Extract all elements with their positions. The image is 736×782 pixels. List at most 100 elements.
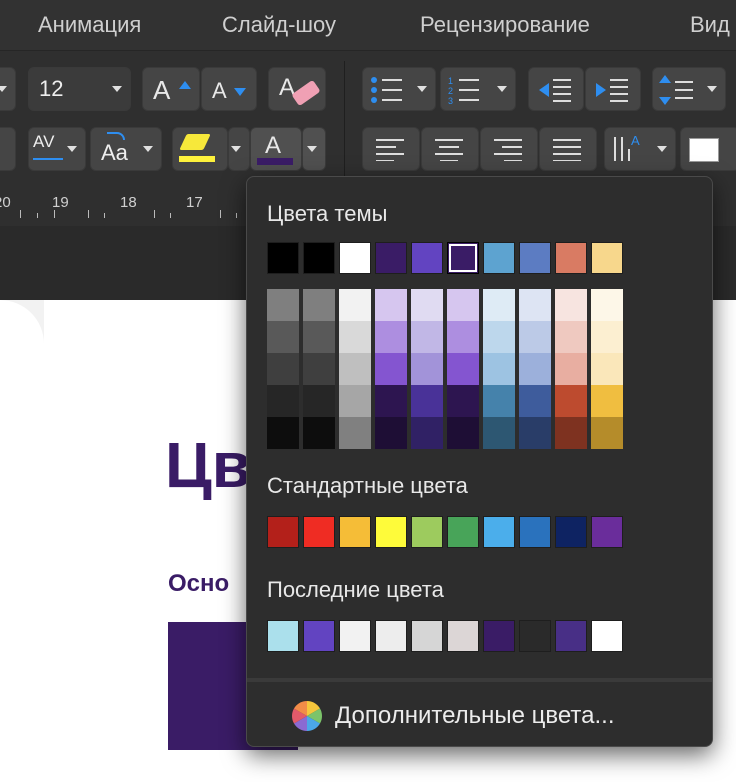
theme-shade-swatch[interactable] <box>591 385 623 417</box>
font-color-dropdown[interactable] <box>302 127 326 171</box>
standard-color-swatch[interactable] <box>591 516 623 548</box>
theme-shade-swatch[interactable] <box>339 353 371 385</box>
character-spacing-button[interactable]: AV <box>28 127 86 171</box>
recent-color-swatch[interactable] <box>555 620 587 652</box>
recent-color-swatch[interactable] <box>591 620 623 652</box>
theme-color-swatch[interactable] <box>411 242 443 274</box>
theme-shade-swatch[interactable] <box>555 385 587 417</box>
theme-shade-swatch[interactable] <box>303 417 335 449</box>
theme-shade-swatch[interactable] <box>591 321 623 353</box>
theme-shade-swatch[interactable] <box>303 385 335 417</box>
tab-slideshow[interactable]: Слайд-шоу <box>222 12 336 38</box>
text-direction-button[interactable]: A <box>604 127 676 171</box>
theme-shade-swatch[interactable] <box>303 321 335 353</box>
theme-shade-swatch[interactable] <box>411 385 443 417</box>
font-size-dropdown[interactable]: 12 <box>28 67 131 111</box>
theme-color-swatch[interactable] <box>267 242 299 274</box>
tab-review[interactable]: Рецензирование <box>420 12 590 38</box>
align-center-button[interactable] <box>421 127 479 171</box>
subscript-button[interactable] <box>0 127 16 171</box>
align-left-button[interactable] <box>362 127 420 171</box>
more-colors-item[interactable]: Дополнительные цвета... <box>291 699 615 733</box>
theme-shade-swatch[interactable] <box>555 417 587 449</box>
grow-font-button[interactable]: A <box>142 67 200 111</box>
clear-formatting-button[interactable]: A <box>268 67 326 111</box>
standard-color-swatch[interactable] <box>483 516 515 548</box>
theme-color-swatch[interactable] <box>339 242 371 274</box>
theme-shade-swatch[interactable] <box>483 289 515 321</box>
theme-shade-swatch[interactable] <box>483 417 515 449</box>
align-text-button[interactable] <box>680 127 736 171</box>
theme-shade-swatch[interactable] <box>411 321 443 353</box>
theme-shade-swatch[interactable] <box>267 353 299 385</box>
theme-shade-swatch[interactable] <box>375 417 407 449</box>
theme-shade-swatch[interactable] <box>447 321 479 353</box>
theme-shade-swatch[interactable] <box>447 353 479 385</box>
theme-shade-swatch[interactable] <box>519 353 551 385</box>
theme-shade-swatch[interactable] <box>411 289 443 321</box>
theme-shade-swatch[interactable] <box>483 385 515 417</box>
recent-color-swatch[interactable] <box>483 620 515 652</box>
theme-shade-swatch[interactable] <box>303 353 335 385</box>
theme-shade-swatch[interactable] <box>519 385 551 417</box>
theme-shade-swatch[interactable] <box>375 385 407 417</box>
theme-shade-swatch[interactable] <box>411 417 443 449</box>
theme-shade-swatch[interactable] <box>591 289 623 321</box>
theme-shade-swatch[interactable] <box>447 289 479 321</box>
theme-shade-swatch[interactable] <box>267 385 299 417</box>
theme-shade-swatch[interactable] <box>447 385 479 417</box>
increase-indent-button[interactable] <box>585 67 641 111</box>
theme-color-swatch[interactable] <box>591 242 623 274</box>
theme-shade-swatch[interactable] <box>555 289 587 321</box>
theme-color-swatch[interactable] <box>483 242 515 274</box>
theme-shade-swatch[interactable] <box>483 353 515 385</box>
shrink-font-button[interactable]: A <box>201 67 257 111</box>
standard-color-swatch[interactable] <box>339 516 371 548</box>
slide-heading[interactable]: Цв <box>165 428 251 502</box>
font-color-button[interactable]: A <box>250 127 302 171</box>
tab-view[interactable]: Вид <box>690 12 730 38</box>
theme-color-swatch[interactable] <box>519 242 551 274</box>
align-right-button[interactable] <box>480 127 538 171</box>
recent-color-swatch[interactable] <box>303 620 335 652</box>
theme-shade-swatch[interactable] <box>267 321 299 353</box>
bullet-list-button[interactable] <box>362 67 436 111</box>
theme-shade-swatch[interactable] <box>591 353 623 385</box>
numbered-list-button[interactable]: 1 2 3 <box>440 67 516 111</box>
theme-shade-swatch[interactable] <box>591 417 623 449</box>
theme-shade-swatch[interactable] <box>339 289 371 321</box>
standard-color-swatch[interactable] <box>447 516 479 548</box>
recent-color-swatch[interactable] <box>375 620 407 652</box>
line-spacing-button[interactable] <box>652 67 726 111</box>
theme-shade-swatch[interactable] <box>339 385 371 417</box>
theme-color-swatch[interactable] <box>303 242 335 274</box>
recent-color-swatch[interactable] <box>411 620 443 652</box>
recent-color-swatch[interactable] <box>447 620 479 652</box>
theme-shade-swatch[interactable] <box>267 417 299 449</box>
tab-animation[interactable]: Анимация <box>38 12 141 38</box>
font-name-dropdown[interactable] <box>0 67 16 111</box>
theme-shade-swatch[interactable] <box>303 289 335 321</box>
theme-shade-swatch[interactable] <box>483 321 515 353</box>
theme-shade-swatch[interactable] <box>375 321 407 353</box>
standard-color-swatch[interactable] <box>303 516 335 548</box>
theme-shade-swatch[interactable] <box>555 353 587 385</box>
theme-color-swatch[interactable] <box>555 242 587 274</box>
theme-shade-swatch[interactable] <box>375 289 407 321</box>
decrease-indent-button[interactable] <box>528 67 584 111</box>
change-case-button[interactable]: Aa <box>90 127 162 171</box>
theme-color-swatch[interactable] <box>447 242 479 274</box>
theme-shade-swatch[interactable] <box>267 289 299 321</box>
standard-color-swatch[interactable] <box>267 516 299 548</box>
theme-shade-swatch[interactable] <box>375 353 407 385</box>
theme-shade-swatch[interactable] <box>411 353 443 385</box>
standard-color-swatch[interactable] <box>375 516 407 548</box>
highlight-color-button[interactable] <box>172 127 228 171</box>
theme-shade-swatch[interactable] <box>519 289 551 321</box>
highlight-color-dropdown[interactable] <box>228 127 250 171</box>
recent-color-swatch[interactable] <box>339 620 371 652</box>
theme-color-swatch[interactable] <box>375 242 407 274</box>
theme-shade-swatch[interactable] <box>519 417 551 449</box>
standard-color-swatch[interactable] <box>555 516 587 548</box>
theme-shade-swatch[interactable] <box>555 321 587 353</box>
